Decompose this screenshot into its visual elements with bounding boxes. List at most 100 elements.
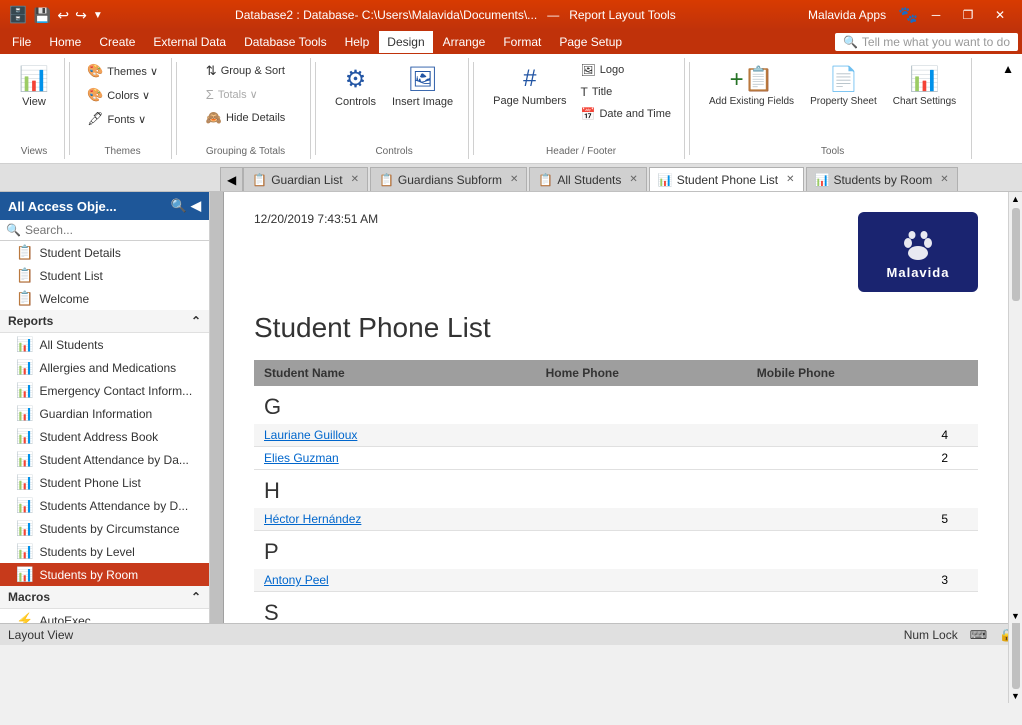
- tab-guardian-list[interactable]: 📋 Guardian List ✕: [243, 167, 368, 191]
- sidebar-item-autoexec[interactable]: ⚡ AutoExec: [0, 609, 209, 623]
- sidebar-item-emergency[interactable]: 📊 Emergency Contact Inform...: [0, 379, 209, 402]
- scrollbar-down-arrow[interactable]: ▼: [1011, 611, 1020, 621]
- themes-buttons-col: 🎨 Themes ∨ 🎨 Colors ∨ 🖋 Fonts ∨: [82, 60, 163, 130]
- save-quickaccess[interactable]: 💾: [34, 7, 51, 24]
- macros-collapse-icon[interactable]: ⌃: [191, 590, 201, 604]
- menu-format[interactable]: Format: [495, 31, 549, 53]
- allergies-label: Allergies and Medications: [39, 361, 176, 375]
- date-time-label: Date and Time: [599, 108, 671, 120]
- ribbon-collapse-button[interactable]: ▲: [1002, 62, 1014, 76]
- minimize-button[interactable]: ─: [922, 5, 950, 25]
- group-letter-S: S: [254, 592, 978, 623]
- sidebar-item-all-students[interactable]: 📊 All Students: [0, 333, 209, 356]
- student-details-icon: 📋: [16, 244, 33, 261]
- sidebar-item-address-book[interactable]: 📊 Student Address Book: [0, 425, 209, 448]
- sidebar-search-input[interactable]: [25, 223, 203, 237]
- menu-design[interactable]: Design: [379, 31, 432, 53]
- menu-page-setup[interactable]: Page Setup: [551, 31, 630, 53]
- student-link-guzman[interactable]: Elies Guzman: [264, 451, 339, 465]
- view-label: View: [22, 96, 46, 108]
- hide-details-button[interactable]: 🙈 Hide Details: [201, 107, 291, 129]
- sidebar-item-student-list[interactable]: 📋 Student List: [0, 264, 209, 287]
- chart-settings-button[interactable]: 📊 Chart Settings: [886, 60, 963, 112]
- sidebar-item-phone-list[interactable]: 📊 Student Phone List: [0, 471, 209, 494]
- logo-button[interactable]: 🖼 Logo: [576, 60, 677, 80]
- welcome-icon: 📋: [16, 290, 33, 307]
- tab-close-students-by-room[interactable]: ✕: [940, 174, 948, 185]
- menu-help[interactable]: Help: [337, 31, 378, 53]
- menu-external-data[interactable]: External Data: [145, 31, 234, 53]
- table-row: Héctor Hernández 5: [254, 508, 978, 531]
- col-home-phone: Home Phone: [546, 366, 757, 380]
- customize-quickaccess[interactable]: ▼: [93, 10, 103, 21]
- sidebar-item-students-attendance[interactable]: 📊 Students Attendance by D...: [0, 494, 209, 517]
- title-bar-title: Database2 : Database- C:\Users\Malavida\…: [103, 8, 808, 22]
- sidebar-item-allergies[interactable]: 📊 Allergies and Medications: [0, 356, 209, 379]
- student-link-peel[interactable]: Antony Peel: [264, 573, 329, 587]
- menu-arrange[interactable]: Arrange: [435, 31, 494, 53]
- tab-icon-students-by-room: 📊: [815, 173, 830, 187]
- tool-subtitle: Report Layout Tools: [569, 8, 676, 22]
- tab-guardians-subform[interactable]: 📋 Guardians Subform ✕: [370, 167, 527, 191]
- tab-student-phone-list[interactable]: 📊 Student Phone List ✕: [649, 167, 804, 191]
- app-name: Malavida Apps: [808, 8, 886, 22]
- page-numbers-label: Page Numbers: [493, 95, 566, 107]
- menu-database-tools[interactable]: Database Tools: [236, 31, 335, 53]
- content-scrollbar-v[interactable]: ▲ ▼: [1008, 192, 1022, 623]
- student-link-guilloux[interactable]: Lauriane Guilloux: [264, 428, 357, 442]
- ribbon-search-box[interactable]: 🔍 Tell me what you want to do: [835, 33, 1018, 51]
- menu-home[interactable]: Home: [41, 31, 89, 53]
- sidebar-item-attendance-date[interactable]: 📊 Student Attendance by Da...: [0, 448, 209, 471]
- sidebar-item-by-level[interactable]: 📊 Students by Level: [0, 540, 209, 563]
- undo-quickaccess[interactable]: ↩: [57, 7, 69, 24]
- group-sort-button[interactable]: ⇅ Group & Sort: [201, 60, 291, 82]
- controls-button[interactable]: ⚙ Controls: [328, 60, 383, 113]
- chart-settings-icon: 📊: [910, 65, 940, 94]
- scrollbar-thumb[interactable]: [1012, 208, 1020, 301]
- tab-close-guardians-subform[interactable]: ✕: [510, 174, 518, 185]
- tab-label-guardians-subform: Guardians Subform: [398, 173, 502, 187]
- themes-dropdown-button[interactable]: 🎨 Themes ∨: [82, 60, 163, 82]
- sidebar-expand-icon[interactable]: ◀: [191, 198, 201, 214]
- controls-buttons: ⚙ Controls 🖼 Insert Image: [328, 60, 460, 143]
- restore-button[interactable]: ❐: [954, 5, 982, 25]
- add-existing-fields-button[interactable]: +📋 Add Existing Fields: [702, 60, 801, 112]
- scrollbar-up-arrow[interactable]: ▲: [1011, 194, 1020, 204]
- tab-icon-student-phone-list: 📊: [658, 173, 673, 187]
- controls-label: Controls: [335, 96, 376, 108]
- report-title: Student Phone List: [254, 312, 978, 344]
- sidebar-item-by-room[interactable]: 📊 Students by Room: [0, 563, 209, 586]
- app-icon: 🗄️: [8, 5, 28, 25]
- sidebar-item-welcome[interactable]: 📋 Welcome: [0, 287, 209, 310]
- totals-button[interactable]: Σ Totals ∨: [201, 84, 291, 105]
- reports-collapse-icon[interactable]: ⌃: [191, 314, 201, 328]
- sidebar-item-guardian-info[interactable]: 📊 Guardian Information: [0, 402, 209, 425]
- col-student-name: Student Name: [264, 366, 546, 380]
- report-group-S: S Malavida Software 1: [254, 592, 978, 623]
- redo-quickaccess[interactable]: ↪: [75, 7, 87, 24]
- tab-students-by-room[interactable]: 📊 Students by Room ✕: [806, 167, 958, 191]
- all-students-label: All Students: [39, 338, 103, 352]
- tab-close-all-students[interactable]: ✕: [629, 174, 637, 185]
- sidebar-search-icon[interactable]: 🔍: [171, 198, 187, 214]
- student-link-hernandez[interactable]: Héctor Hernández: [264, 512, 361, 526]
- colors-dropdown-button[interactable]: 🎨 Colors ∨: [82, 84, 163, 106]
- insert-image-button[interactable]: 🖼 Insert Image: [385, 60, 460, 113]
- tab-all-students[interactable]: 📋 All Students ✕: [529, 167, 646, 191]
- property-sheet-button[interactable]: 📄 Property Sheet: [803, 60, 884, 112]
- page-numbers-button[interactable]: # Page Numbers: [486, 60, 573, 112]
- date-time-button[interactable]: 📅 Date and Time: [576, 104, 677, 124]
- view-button[interactable]: 📊 View: [12, 60, 56, 113]
- tab-close-guardian-list[interactable]: ✕: [351, 174, 359, 185]
- tab-close-student-phone-list[interactable]: ✕: [786, 174, 794, 185]
- fonts-dropdown-button[interactable]: 🖋 Fonts ∨: [82, 108, 163, 130]
- menu-create[interactable]: Create: [91, 31, 143, 53]
- circumstance-label: Students by Circumstance: [39, 522, 179, 536]
- sidebar-item-circumstance[interactable]: 📊 Students by Circumstance: [0, 517, 209, 540]
- close-button[interactable]: ✕: [986, 5, 1014, 25]
- tab-nav-prev[interactable]: ◀: [220, 167, 243, 191]
- menu-file[interactable]: File: [4, 31, 39, 53]
- themes-icon: 🎨: [87, 63, 103, 79]
- sidebar-item-student-details[interactable]: 📋 Student Details: [0, 241, 209, 264]
- title-button[interactable]: T Title: [576, 82, 677, 102]
